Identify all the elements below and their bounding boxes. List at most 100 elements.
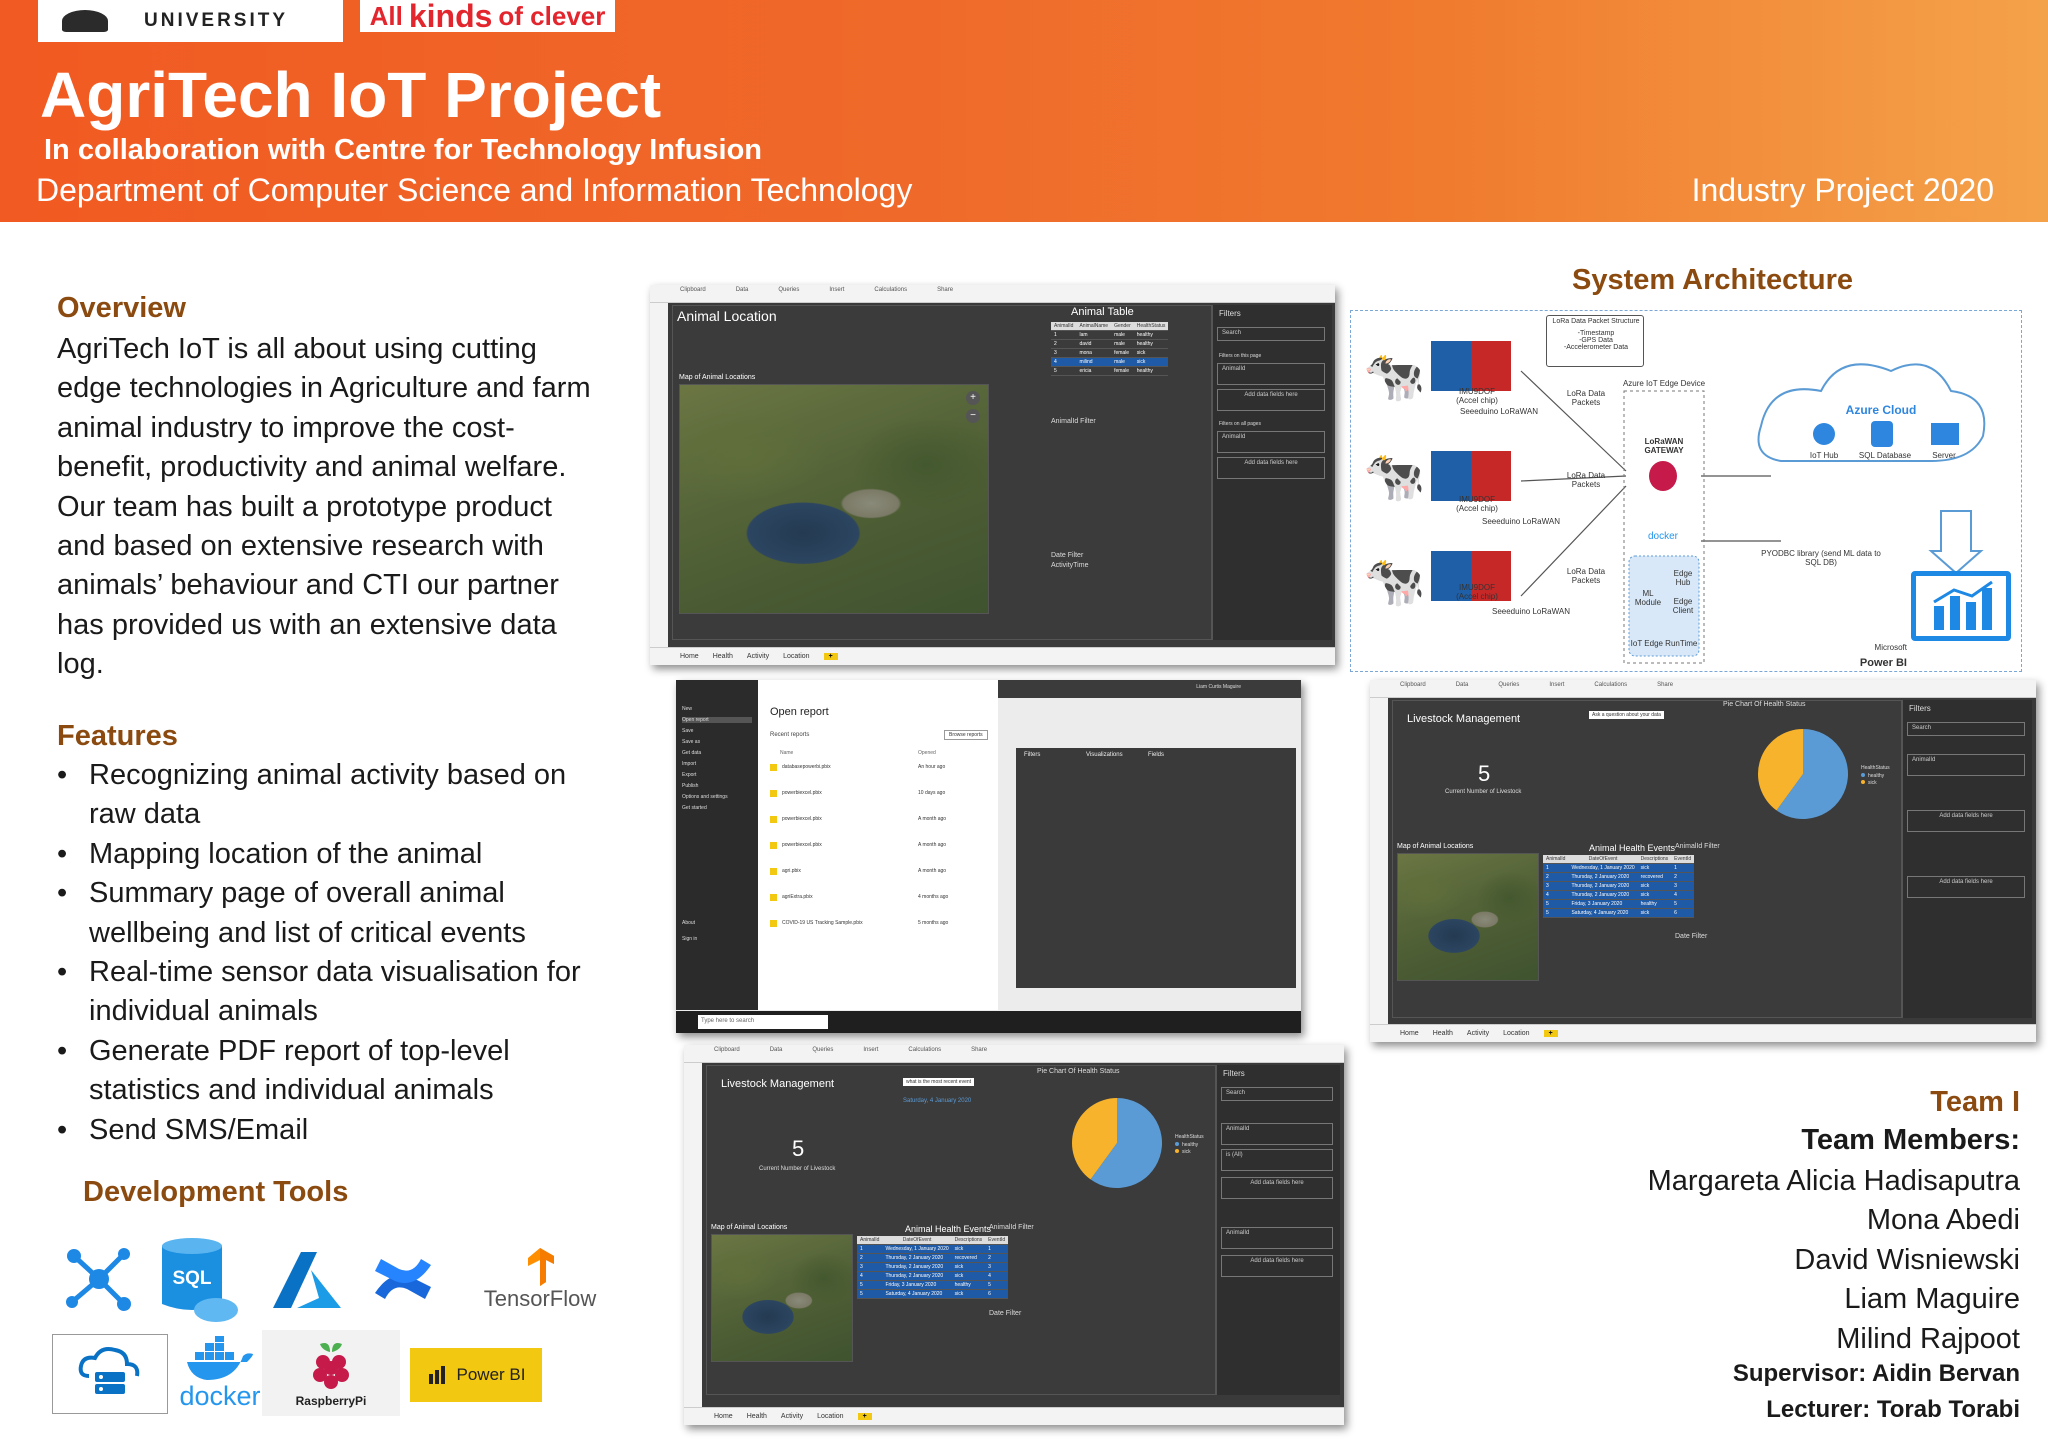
file-menu-item[interactable]: Export (682, 772, 696, 778)
add-data-fields-well[interactable]: Add data fields here (1907, 810, 2025, 832)
page-tab[interactable]: Health (713, 653, 733, 660)
recent-file-row[interactable]: COVID-19 US Tracking Sample.pbix 5 months… (770, 918, 990, 944)
recent-file-row[interactable]: powerbiexcel.pbix A month ago (770, 840, 990, 866)
taskbar-search-input[interactable]: Type here to search (698, 1015, 828, 1029)
ribbon-group-label[interactable]: Share (971, 1047, 987, 1060)
file-menu-item[interactable]: Options and settings (682, 794, 728, 800)
pane-title[interactable]: Visualizations (1086, 752, 1123, 758)
page-tab[interactable]: Home (1400, 1030, 1419, 1037)
filter-search-input[interactable]: Search (1907, 722, 2025, 736)
file-menu-item[interactable]: Save (682, 728, 693, 734)
ribbon-group-label[interactable]: Clipboard (714, 1047, 740, 1060)
ribbon-group-label[interactable]: Queries (812, 1047, 833, 1060)
page-tab[interactable]: Location (817, 1413, 843, 1420)
recent-file-row[interactable]: powerbiexcel.pbix 10 days ago (770, 788, 990, 814)
table-header-cell[interactable]: HealthStatus (1133, 322, 1169, 331)
filter-card-animalid[interactable]: AnimalId (1907, 754, 2025, 776)
file-menu-item[interactable]: Save as (682, 739, 700, 745)
ribbon-group-label[interactable]: Calculations (874, 287, 907, 300)
table-row[interactable]: 2 Thursday, 2 January 2020 recovered 2 (1543, 872, 1695, 882)
qna-input[interactable]: Ask a question about your data (1589, 711, 1664, 719)
filter-card-animalid-all[interactable]: AnimalId (1217, 431, 1325, 453)
page-tab[interactable]: Activity (781, 1413, 803, 1420)
filter-card-animalid[interactable]: AnimalId (1217, 363, 1325, 385)
ribbon-group-label[interactable]: Share (937, 287, 953, 300)
file-menu-item[interactable]: About (682, 920, 695, 926)
table-row[interactable]: 5 Saturday, 4 January 2020 sick 6 (1543, 908, 1695, 918)
ribbon-group-label[interactable]: Share (1657, 682, 1673, 695)
ribbon-group-label[interactable]: Clipboard (680, 287, 706, 300)
table-row[interactable]: 3 Thursday, 2 January 2020 sick 3 (1543, 881, 1695, 891)
file-menu-item[interactable]: Import (682, 761, 696, 767)
add-page-button[interactable]: + (857, 1413, 872, 1420)
add-data-fields-well-all[interactable]: Add data fields here (1221, 1255, 1333, 1277)
table-row[interactable]: 4 Thursday, 2 January 2020 sick 4 (857, 1271, 1009, 1281)
add-data-fields-well[interactable]: Add data fields here (1217, 389, 1325, 411)
table-row[interactable]: 1 Wednesday, 1 January 2020 sick 1 (1543, 863, 1695, 873)
legend-label[interactable]: sick (1182, 1149, 1191, 1155)
file-menu-item[interactable]: Publish (682, 783, 698, 789)
table-header-cell[interactable]: AnimalId (857, 1236, 883, 1245)
file-menu-item[interactable]: Sign in (682, 936, 697, 942)
file-menu-item[interactable]: New (682, 706, 692, 712)
table-header-cell[interactable]: EventId (985, 1236, 1009, 1245)
ribbon-group-label[interactable]: Data (736, 287, 749, 300)
page-tab[interactable]: Home (680, 653, 699, 660)
recent-file-row[interactable]: powerbiexcel.pbix A month ago (770, 814, 990, 840)
ribbon-group-label[interactable]: Insert (829, 287, 844, 300)
ribbon-group-label[interactable]: Data (1456, 682, 1469, 695)
table-row[interactable]: 1 lam male healthy (1051, 330, 1169, 340)
table-row[interactable]: 4 Thursday, 2 January 2020 sick 4 (1543, 890, 1695, 900)
zoom-in-icon[interactable]: + (966, 391, 980, 405)
table-row[interactable]: 1 Wednesday, 1 January 2020 sick 1 (857, 1244, 1009, 1254)
ribbon-group-label[interactable]: Insert (863, 1047, 878, 1060)
legend-label[interactable]: healthy (1868, 773, 1885, 779)
table-row[interactable]: 5 ericia female healthy (1051, 366, 1169, 376)
table-header-cell[interactable]: Descriptions (951, 1236, 986, 1245)
page-tab[interactable]: Activity (1467, 1030, 1489, 1037)
table-header-cell[interactable]: AnimalId (1543, 855, 1569, 864)
page-tab[interactable]: Location (783, 653, 809, 660)
table-header-cell[interactable]: AnimalId (1051, 322, 1077, 331)
table-row[interactable]: 5 Friday, 3 January 2020 healthy 5 (857, 1280, 1009, 1290)
table-header-cell[interactable]: AnimalName (1076, 322, 1112, 331)
page-tab[interactable]: Location (1503, 1030, 1529, 1037)
add-data-fields-well[interactable]: Add data fields here (1221, 1177, 1333, 1199)
page-tab[interactable]: Health (1433, 1030, 1453, 1037)
page-tab[interactable]: Health (747, 1413, 767, 1420)
filter-card-animalid[interactable]: AnimalId (1221, 1123, 1333, 1145)
pane-title[interactable]: Filters (1024, 752, 1040, 758)
table-row[interactable]: 2 Thursday, 2 January 2020 recovered 2 (857, 1253, 1009, 1263)
legend-label[interactable]: healthy (1182, 1142, 1199, 1148)
table-header-cell[interactable]: Descriptions (1637, 855, 1672, 864)
page-tab[interactable]: Activity (747, 653, 769, 660)
table-row[interactable]: 2 david male healthy (1051, 339, 1169, 349)
browse-reports-button[interactable]: Browse reports (944, 730, 988, 740)
table-header-cell[interactable]: DateOfEvent (1568, 855, 1638, 864)
add-page-button[interactable]: + (823, 653, 838, 660)
recent-file-row[interactable]: agri.pbix A month ago (770, 866, 990, 892)
ribbon-group-label[interactable]: Queries (1498, 682, 1519, 695)
table-header-cell[interactable]: Gender (1111, 322, 1134, 331)
zoom-out-icon[interactable]: − (966, 409, 980, 423)
ribbon-group-label[interactable]: Insert (1549, 682, 1564, 695)
ribbon-group-label[interactable]: Clipboard (1400, 682, 1426, 695)
add-page-button[interactable]: + (1543, 1030, 1558, 1037)
table-row[interactable]: 5 Friday, 3 January 2020 healthy 5 (1543, 899, 1695, 909)
ribbon-group-label[interactable]: Calculations (1594, 682, 1627, 695)
filter-card-animalid-all[interactable]: AnimalId (1221, 1227, 1333, 1249)
recent-file-row[interactable]: databasepowerbi.pbix An hour ago (770, 762, 990, 788)
add-data-fields-well-all[interactable]: Add data fields here (1217, 457, 1325, 479)
filter-search-input[interactable]: Search (1217, 327, 1325, 341)
qna-input[interactable]: what is the most recent event (903, 1078, 975, 1086)
file-menu-item[interactable]: Open report (682, 717, 752, 723)
health-pie-chart[interactable]: HealthStatus healthysick (1017, 1088, 1217, 1198)
animal-location-map[interactable]: + − (679, 384, 989, 614)
livestock-map[interactable] (1397, 853, 1539, 981)
table-header-cell[interactable]: DateOfEvent (882, 1236, 952, 1245)
table-row[interactable]: 3 Thursday, 2 January 2020 sick 3 (857, 1262, 1009, 1272)
table-header-cell[interactable]: EventId (1671, 855, 1695, 864)
add-data-fields-well-all[interactable]: Add data fields here (1907, 876, 2025, 898)
table-row[interactable]: 4 milind male sick (1051, 357, 1169, 367)
table-row[interactable]: 5 Saturday, 4 January 2020 sick 6 (857, 1289, 1009, 1299)
